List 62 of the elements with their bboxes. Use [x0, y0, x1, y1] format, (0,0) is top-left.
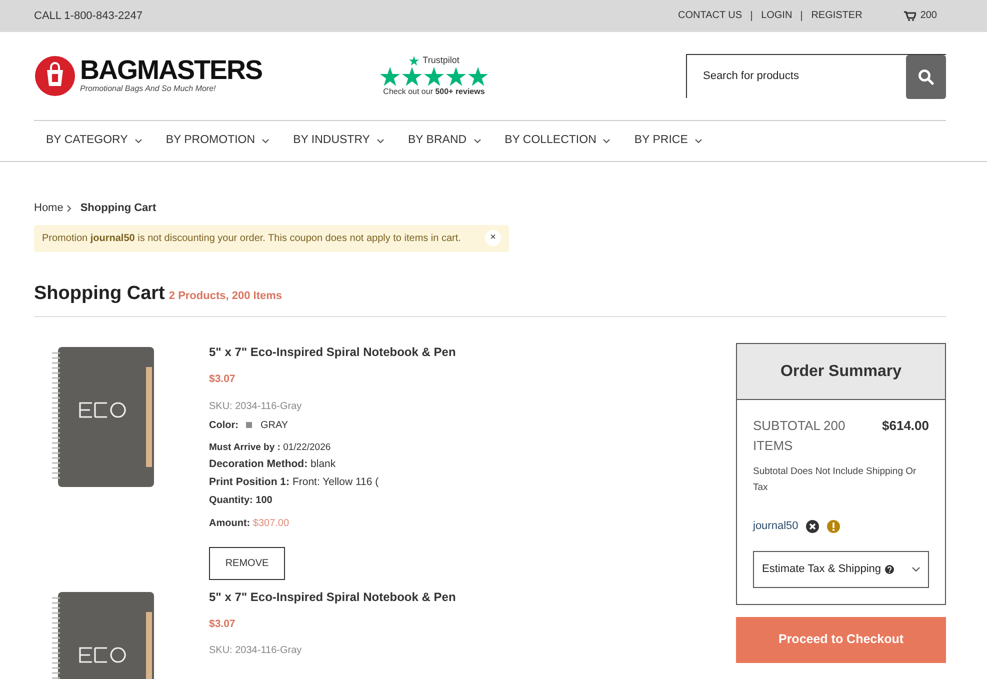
nav-menu-item[interactable]: BY PRICE	[622, 121, 714, 161]
star-icon	[402, 67, 422, 86]
alert-message: Promotion journal50 is not discounting your order. This coupon does not apply to items in cart.	[42, 232, 461, 246]
product-price: $3.07	[209, 372, 236, 387]
review-caption[interactable]: Check out our 500+ reviews	[383, 86, 485, 98]
subtotal-note: Subtotal Does Not Include Shipping Or Tax	[753, 465, 918, 495]
product-sku: SKU: 2034-116-Gray	[209, 400, 303, 414]
chevron-down-icon	[694, 138, 702, 144]
nav-menu-item[interactable]: BY INDUSTRY	[281, 121, 396, 161]
cart-count: 2 Products, 200 Items	[168, 288, 282, 304]
star-icon	[408, 56, 419, 66]
summary-title: Order Summary	[737, 344, 945, 400]
trustpilot-label: Trustpilot	[422, 54, 460, 67]
remove-coupon-icon[interactable]	[806, 520, 820, 533]
warning-icon	[827, 520, 840, 533]
product-name[interactable]: 5" x 7" Eco-Inspired Spiral Notebook & Pen	[209, 343, 456, 361]
remove-button[interactable]: REMOVE	[209, 546, 285, 580]
top-link[interactable]: LOGIN	[751, 11, 802, 21]
detail-line: Decoration Method: blank	[209, 457, 337, 472]
chevron-right-icon	[67, 204, 72, 212]
coupon-code: journal50	[753, 519, 798, 534]
search-button[interactable]	[906, 55, 946, 99]
color-value: GRAY	[260, 418, 288, 433]
chevron-down-icon	[262, 138, 270, 144]
product-sku: SKU: 2034-116-Gray	[209, 644, 303, 658]
chevron-down-icon	[134, 138, 142, 144]
help-icon	[885, 564, 894, 574]
product-name[interactable]: 5" x 7" Eco-Inspired Spiral Notebook & Pen	[209, 588, 456, 606]
close-button[interactable]: ×	[485, 230, 501, 246]
nav-menu-item[interactable]: BY BRAND	[396, 121, 493, 161]
star-icon	[468, 67, 488, 86]
detail-line: Must Arrive by : 01/22/2026	[209, 440, 332, 455]
detail-line: Quantity: 100	[209, 494, 274, 508]
search-icon	[918, 69, 934, 85]
star-icon	[446, 67, 466, 86]
chevron-down-icon	[376, 138, 384, 144]
breadcrumb-link[interactable]: Home	[34, 200, 64, 216]
amount-line: Amount: $307.00	[209, 516, 290, 530]
chevron-down-icon	[474, 138, 481, 144]
cart-icon	[904, 11, 916, 21]
top-link[interactable]: CONTACT US	[668, 11, 752, 21]
logo-tagline: Promotional Bags And So Much More!	[80, 83, 217, 95]
chevron-down-icon	[912, 566, 920, 572]
product-price: $3.07	[209, 616, 236, 632]
bag-logo-icon	[34, 55, 76, 97]
page-title: Shopping Cart	[34, 282, 165, 306]
estimate-dropdown[interactable]: Estimate Tax & Shipping	[753, 550, 929, 588]
subtotal-value: $614.00	[882, 417, 929, 435]
star-icon	[380, 67, 400, 86]
chevron-down-icon	[603, 138, 610, 144]
detail-line: Print Position 1: Front: Yellow 116 (	[209, 474, 380, 490]
subtotal-label: SUBTOTAL 200 ITEMS	[753, 417, 846, 455]
breadcrumb-current: Shopping Cart	[80, 201, 156, 216]
top-link[interactable]: REGISTER	[801, 11, 872, 21]
phone-number: CALL 1-800-843-2247	[34, 8, 142, 24]
cart-link[interactable]: 200	[895, 11, 946, 21]
nav-menu-item[interactable]: BY PROMOTION	[154, 121, 282, 161]
star-icon	[424, 67, 444, 86]
color-label: Color:	[209, 418, 238, 433]
logo-text: BAGMASTERS	[80, 57, 262, 83]
nav-menu-item[interactable]: BY CATEGORY	[34, 121, 154, 161]
nav-menu-item[interactable]: BY COLLECTION	[492, 121, 622, 161]
